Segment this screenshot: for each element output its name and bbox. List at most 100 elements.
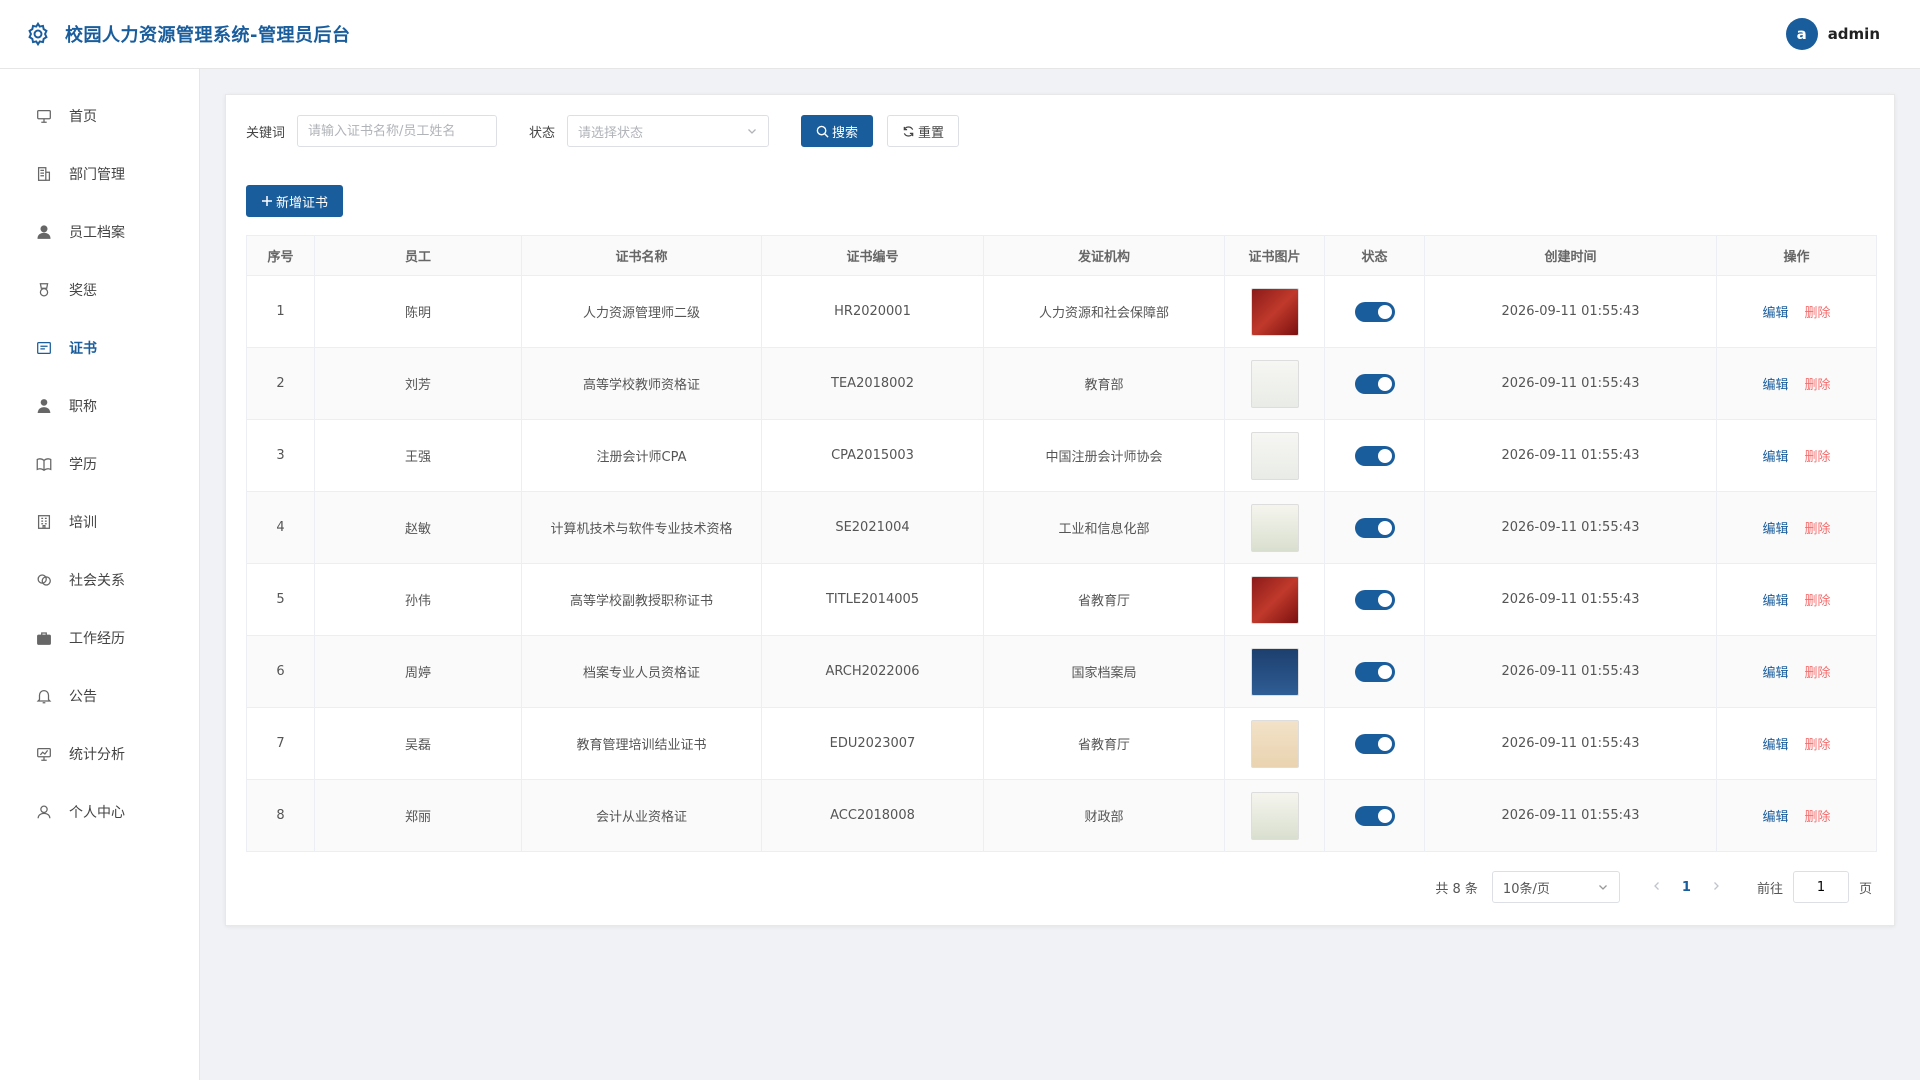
- sidebar-item-monitor[interactable]: 首页: [0, 87, 199, 145]
- add-certificate-button[interactable]: 新增证书: [246, 185, 344, 217]
- edit-button[interactable]: 编辑: [1762, 590, 1788, 609]
- status-toggle[interactable]: [1354, 445, 1395, 466]
- certificate-thumbnail[interactable]: [1250, 647, 1299, 696]
- delete-button[interactable]: 删除: [1805, 446, 1831, 465]
- certificate-icon: [37, 341, 51, 355]
- sidebar-item-book[interactable]: 学历: [0, 435, 199, 493]
- cell-status: [1324, 275, 1425, 348]
- column-header: 操作: [1716, 235, 1877, 276]
- sidebar-item-briefcase[interactable]: 工作经历: [0, 609, 199, 667]
- cell-index: 5: [246, 563, 315, 636]
- delete-button[interactable]: 删除: [1805, 806, 1831, 825]
- certificate-thumbnail[interactable]: [1250, 791, 1299, 840]
- sidebar-item-user[interactable]: 员工档案: [0, 203, 199, 261]
- delete-button[interactable]: 删除: [1805, 302, 1831, 321]
- toggle-knob: [1377, 664, 1392, 679]
- cell-issuer: 工业和信息化部: [983, 491, 1225, 564]
- edit-button[interactable]: 编辑: [1762, 302, 1788, 321]
- cell-created-time: 2026-09-11 01:55:43: [1424, 491, 1717, 564]
- sidebar-item-certificate[interactable]: 证书: [0, 319, 199, 377]
- cell-created-time: 2026-09-11 01:55:43: [1424, 707, 1717, 780]
- toggle-knob: [1377, 736, 1392, 751]
- cell-status: [1324, 635, 1425, 708]
- delete-button[interactable]: 删除: [1805, 734, 1831, 753]
- table-row: 8 郑丽 会计从业资格证 ACC2018008 财政部 2026-09-11 01:55:…: [246, 779, 1877, 852]
- status-toggle[interactable]: [1354, 517, 1395, 538]
- top-header: 校园人力资源管理系统-管理员后台 a admin: [0, 0, 1920, 69]
- toolbar: 新增证书: [246, 185, 1874, 217]
- cell-status: [1324, 347, 1425, 420]
- status-toggle[interactable]: [1354, 661, 1395, 682]
- search-button[interactable]: 搜索: [801, 115, 874, 147]
- edit-button[interactable]: 编辑: [1762, 446, 1788, 465]
- delete-button[interactable]: 删除: [1805, 374, 1831, 393]
- pagination: 共 8 条 10条/页 1 前往 页: [1435, 871, 1872, 903]
- sidebar-item-medal[interactable]: 奖惩: [0, 261, 199, 319]
- sidebar-item-label: 培训: [69, 515, 97, 531]
- certificate-thumbnail[interactable]: [1250, 431, 1299, 480]
- keyword-input[interactable]: [297, 115, 498, 147]
- cell-image: [1224, 419, 1325, 492]
- column-header: 证书图片: [1224, 235, 1325, 276]
- certificate-thumbnail[interactable]: [1250, 503, 1299, 552]
- chevron-down-icon: [748, 129, 756, 134]
- certificate-thumbnail[interactable]: [1250, 575, 1299, 624]
- delete-button[interactable]: 删除: [1805, 662, 1831, 681]
- avatar[interactable]: a: [1785, 18, 1818, 50]
- cell-certificate-code: ACC2018008: [761, 779, 984, 852]
- edit-button[interactable]: 编辑: [1762, 374, 1788, 393]
- reset-button[interactable]: 重置: [887, 115, 960, 147]
- status-toggle[interactable]: [1354, 805, 1395, 826]
- profile-icon: [37, 805, 51, 819]
- status-toggle[interactable]: [1354, 373, 1395, 394]
- sidebar-item-building[interactable]: 部门管理: [0, 145, 199, 203]
- user-menu[interactable]: a admin: [1785, 18, 1880, 50]
- edit-button[interactable]: 编辑: [1762, 734, 1788, 753]
- cell-employee: 刘芳: [314, 347, 522, 420]
- cell-employee: 孙伟: [314, 563, 522, 636]
- cell-status: [1324, 491, 1425, 564]
- certificate-thumbnail[interactable]: [1250, 359, 1299, 408]
- cell-certificate-code: TEA2018002: [761, 347, 984, 420]
- prev-page-button[interactable]: [1644, 880, 1670, 895]
- cell-index: 4: [246, 491, 315, 564]
- table-row: 5 孙伟 高等学校副教授职称证书 TITLE2014005 省教育厅 2026-09-11…: [246, 563, 1877, 636]
- sidebar-item-label: 员工档案: [69, 225, 125, 241]
- certificate-thumbnail[interactable]: [1250, 287, 1299, 336]
- cell-certificate-name: 高等学校教师资格证: [521, 347, 762, 420]
- sidebar-item-profile[interactable]: 个人中心: [0, 783, 199, 841]
- edit-button[interactable]: 编辑: [1762, 518, 1788, 537]
- edit-button[interactable]: 编辑: [1762, 806, 1788, 825]
- page-size-select[interactable]: 10条/页: [1491, 871, 1620, 903]
- status-select[interactable]: 请选择状态: [567, 115, 770, 147]
- chevron-down-icon: [1598, 885, 1607, 890]
- cell-certificate-name: 高等学校副教授职称证书: [521, 563, 762, 636]
- delete-button[interactable]: 删除: [1805, 590, 1831, 609]
- delete-button[interactable]: 删除: [1805, 518, 1831, 537]
- sidebar-item-title[interactable]: 职称: [0, 377, 199, 435]
- column-header: 发证机构: [983, 235, 1225, 276]
- relation-icon: [37, 574, 51, 586]
- username[interactable]: admin: [1828, 25, 1880, 43]
- next-page-button[interactable]: [1703, 880, 1729, 895]
- page-number-current[interactable]: 1: [1670, 880, 1703, 895]
- title-icon: [37, 399, 51, 413]
- certificate-thumbnail[interactable]: [1250, 719, 1299, 768]
- goto-page-input[interactable]: [1792, 871, 1849, 903]
- status-toggle[interactable]: [1354, 589, 1395, 610]
- edit-button[interactable]: 编辑: [1762, 662, 1788, 681]
- sidebar-item-label: 职称: [69, 399, 97, 415]
- sidebar-item-bell[interactable]: 公告: [0, 667, 199, 725]
- cell-actions: 编辑 删除: [1716, 563, 1877, 636]
- sidebar-item-office[interactable]: 培训: [0, 493, 199, 551]
- pagination-total: 共 8 条: [1435, 881, 1478, 897]
- sidebar-item-relation[interactable]: 社会关系: [0, 551, 199, 609]
- status-label: 状态: [529, 125, 556, 141]
- cell-actions: 编辑 删除: [1716, 419, 1877, 492]
- sidebar-item-chart[interactable]: 统计分析: [0, 725, 199, 783]
- status-toggle[interactable]: [1354, 301, 1395, 322]
- app-title: 校园人力资源管理系统-管理员后台: [65, 25, 351, 46]
- table-header-row: 序号 员工 证书名称 证书编号 发证机构 证书图片 状态 创建时间 操作: [246, 235, 1877, 276]
- cell-issuer: 省教育厅: [983, 563, 1225, 636]
- status-toggle[interactable]: [1354, 733, 1395, 754]
